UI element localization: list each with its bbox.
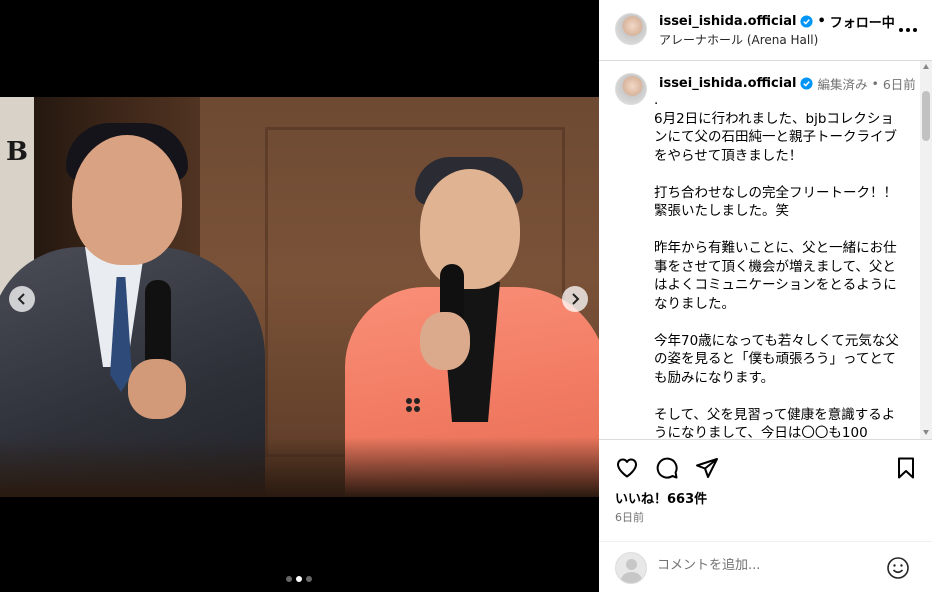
media-pane: B xyxy=(0,0,599,592)
caption-text: . 6月2日に行われました、bjbコレクションにて父の石田純一と親子トークライブ… xyxy=(654,92,899,439)
caption-area: issei_ishida.official 編集済み • 6日前 . 6月2日に… xyxy=(599,61,932,439)
avatar[interactable] xyxy=(615,73,647,105)
previous-slide-button[interactable] xyxy=(9,286,35,312)
separator: • xyxy=(871,76,879,91)
caption-scrollbar[interactable] xyxy=(920,61,932,439)
chevron-right-icon xyxy=(572,293,580,305)
instagram-post-modal: B issei_ishida.official • フォロー中 アレーナホール … xyxy=(0,0,932,592)
action-bar: いいね！663件 6日前 xyxy=(599,439,932,541)
avatar[interactable] xyxy=(615,13,647,45)
post-side-panel: issei_ishida.official • フォロー中 アレーナホール (A… xyxy=(599,0,932,592)
caption-username-link[interactable]: issei_ishida.official xyxy=(659,76,796,91)
comment-input[interactable] xyxy=(657,558,877,573)
carousel-indicator xyxy=(286,576,312,582)
more-options-button[interactable] xyxy=(898,20,918,40)
carousel-dot xyxy=(286,576,292,582)
post-header: issei_ishida.official • フォロー中 アレーナホール (A… xyxy=(599,0,932,61)
location-link[interactable]: アレーナホール (Arena Hall) xyxy=(659,31,818,48)
chevron-left-icon xyxy=(17,293,25,305)
avatar xyxy=(615,552,647,584)
verified-badge-icon xyxy=(800,15,813,28)
following-button[interactable]: フォロー中 xyxy=(830,12,895,31)
scrollbar-thumb[interactable] xyxy=(922,91,930,141)
bookmark-icon[interactable] xyxy=(894,456,918,480)
heart-icon[interactable] xyxy=(615,456,639,480)
likes-count[interactable]: いいね！663件 xyxy=(615,488,707,507)
smiley-icon[interactable] xyxy=(886,556,910,580)
carousel-dot-active xyxy=(296,576,302,582)
comment-bubble-icon[interactable] xyxy=(655,456,679,480)
paper-plane-icon[interactable] xyxy=(695,456,719,480)
carousel-dot xyxy=(306,576,312,582)
post-timestamp[interactable]: 6日前 xyxy=(615,509,644,525)
comment-bar xyxy=(599,541,932,592)
username-link[interactable]: issei_ishida.official xyxy=(659,14,796,29)
post-photo[interactable]: B xyxy=(0,97,599,497)
more-dots-icon xyxy=(899,28,903,32)
verified-badge-icon xyxy=(800,77,813,90)
microphone xyxy=(145,280,171,370)
next-slide-button[interactable] xyxy=(562,286,588,312)
separator: • xyxy=(817,14,826,29)
